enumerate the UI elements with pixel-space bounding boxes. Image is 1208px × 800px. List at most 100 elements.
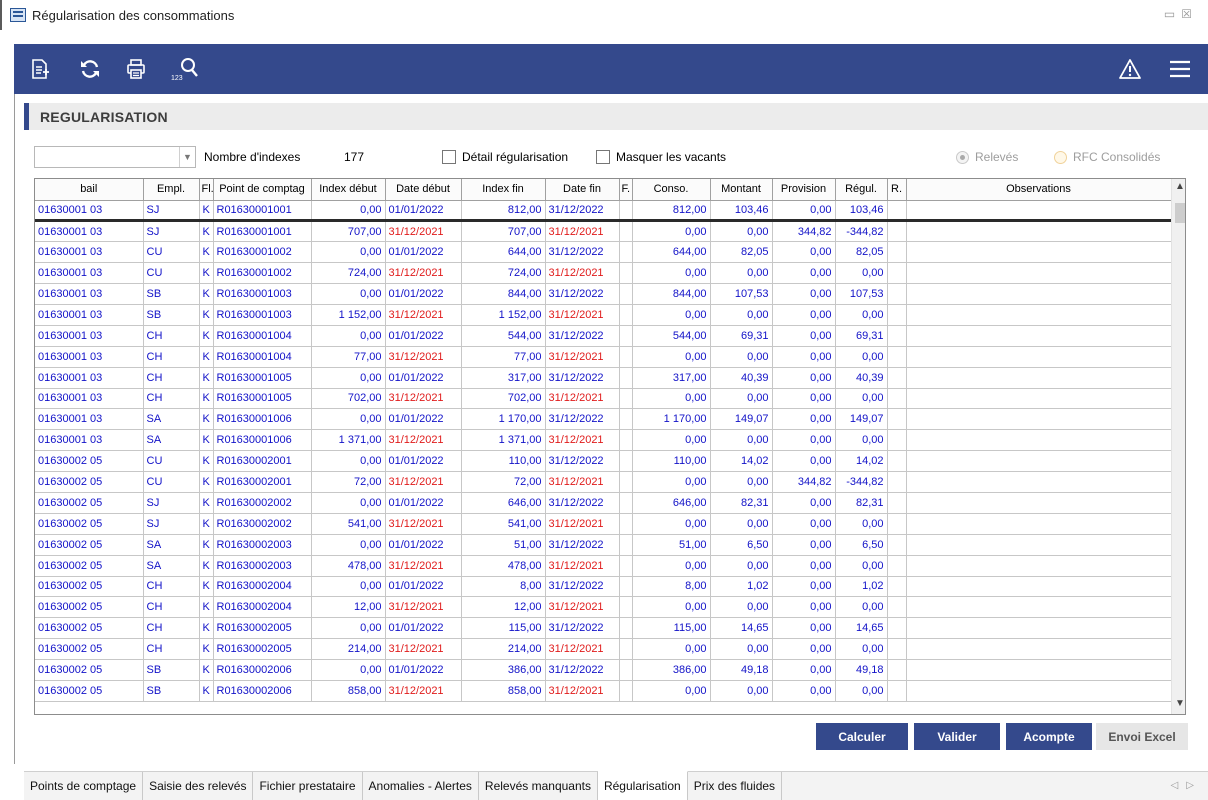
cell-index-debut[interactable]: 77,00	[311, 346, 386, 368]
cell-date-fin[interactable]: 31/12/2022	[545, 325, 620, 347]
tab-releves-manquants[interactable]: Relevés manquants	[479, 772, 598, 800]
table-row[interactable]: 01630002 05 CH K R01630002005 214,00 31/12/20…	[35, 638, 1172, 661]
cell-date-debut[interactable]: 31/12/2021	[385, 262, 462, 285]
cell-date-debut[interactable]: 01/01/2022	[385, 534, 462, 556]
cell-r[interactable]	[887, 513, 907, 535]
cell-index-fin[interactable]: 724,00	[461, 262, 546, 285]
rfc-radio[interactable]	[1054, 151, 1067, 164]
cell-f[interactable]	[619, 617, 633, 640]
cell-index-debut[interactable]: 0,00	[311, 492, 386, 514]
cell-regul[interactable]: 0,00	[835, 304, 888, 326]
cell-bail[interactable]: 01630002 05	[35, 680, 144, 702]
cell-observations[interactable]	[906, 408, 1172, 431]
cell-index-debut[interactable]: 1 152,00	[311, 304, 386, 326]
cell-regul[interactable]: -344,82	[835, 220, 888, 243]
cell-index-fin[interactable]: 812,00	[461, 200, 546, 223]
cell-conso[interactable]: 0,00	[632, 304, 711, 326]
column-header[interactable]: Conso.	[632, 179, 711, 201]
cell-r[interactable]	[887, 304, 907, 326]
table-row[interactable]: 01630002 05 SA K R01630002003 0,00 01/01/2022…	[35, 534, 1172, 556]
cell-bail[interactable]: 01630001 03	[35, 304, 144, 326]
cell-provision[interactable]: 0,00	[772, 241, 836, 264]
cell-conso[interactable]: 110,00	[632, 450, 711, 473]
cell-index-debut[interactable]: 0,00	[311, 450, 386, 473]
column-header[interactable]: Régul.	[835, 179, 888, 201]
cell-point[interactable]: R01630001004	[213, 346, 312, 368]
cell-index-fin[interactable]: 317,00	[461, 367, 546, 389]
cell-r[interactable]	[887, 638, 907, 661]
cell-index-debut[interactable]: 0,00	[311, 367, 386, 389]
cell-observations[interactable]	[906, 555, 1172, 577]
cell-conso[interactable]: 646,00	[632, 492, 711, 514]
cell-date-debut[interactable]: 01/01/2022	[385, 200, 462, 223]
cell-conso[interactable]: 1 170,00	[632, 408, 711, 431]
cell-index-debut[interactable]: 12,00	[311, 596, 386, 619]
cell-date-debut[interactable]: 31/12/2021	[385, 388, 462, 410]
cell-observations[interactable]	[906, 534, 1172, 556]
cell-point[interactable]: R01630001005	[213, 367, 312, 389]
cell-fl[interactable]: K	[199, 262, 214, 285]
cell-f[interactable]	[619, 304, 633, 326]
valider-button[interactable]: Valider	[914, 723, 1000, 750]
cell-date-debut[interactable]: 31/12/2021	[385, 471, 462, 493]
cell-index-debut[interactable]: 478,00	[311, 555, 386, 577]
cell-observations[interactable]	[906, 471, 1172, 493]
cell-point[interactable]: R01630001006	[213, 429, 312, 452]
cell-date-debut[interactable]: 31/12/2021	[385, 638, 462, 661]
cell-index-fin[interactable]: 72,00	[461, 471, 546, 493]
cell-r[interactable]	[887, 471, 907, 493]
cell-montant[interactable]: 107,53	[710, 283, 773, 305]
cell-r[interactable]	[887, 450, 907, 473]
cell-f[interactable]	[619, 638, 633, 661]
cell-bail[interactable]: 01630001 03	[35, 241, 144, 264]
cell-index-fin[interactable]: 51,00	[461, 534, 546, 556]
cell-f[interactable]	[619, 325, 633, 347]
cell-index-debut[interactable]: 0,00	[311, 659, 386, 681]
cell-f[interactable]	[619, 450, 633, 473]
chevron-down-icon[interactable]: ▼	[179, 147, 195, 167]
cell-f[interactable]	[619, 596, 633, 619]
cell-empl[interactable]: SB	[143, 304, 200, 326]
print-icon[interactable]	[122, 56, 150, 82]
cell-conso[interactable]: 0,00	[632, 513, 711, 535]
cell-f[interactable]	[619, 555, 633, 577]
table-row[interactable]: 01630002 05 CH K R01630002004 12,00 31/12/202…	[35, 596, 1172, 619]
cell-montant[interactable]: 0,00	[710, 596, 773, 619]
cell-index-fin[interactable]: 115,00	[461, 617, 546, 640]
table-row[interactable]: 01630002 05 SJ K R01630002002 541,00 31/12/20…	[35, 513, 1172, 535]
cell-regul[interactable]: 0,00	[835, 680, 888, 702]
cell-date-debut[interactable]: 31/12/2021	[385, 304, 462, 326]
cell-conso[interactable]: 844,00	[632, 283, 711, 305]
cell-date-fin[interactable]: 31/12/2021	[545, 346, 620, 368]
table-row[interactable]: 01630002 05 CH K R01630002004 0,00 01/01/2022…	[35, 576, 1172, 598]
cell-conso[interactable]: 0,00	[632, 471, 711, 493]
cell-provision[interactable]: 0,00	[772, 513, 836, 535]
table-row[interactable]: 01630002 05 CU K R01630002001 0,00 01/01/2022…	[35, 450, 1172, 473]
cell-r[interactable]	[887, 241, 907, 264]
table-row[interactable]: 01630002 05 SA K R01630002003 478,00 31/12/20…	[35, 555, 1172, 577]
cell-index-debut[interactable]: 0,00	[311, 200, 386, 223]
cell-index-debut[interactable]: 541,00	[311, 513, 386, 535]
cell-regul[interactable]: 40,39	[835, 367, 888, 389]
cell-index-debut[interactable]: 858,00	[311, 680, 386, 702]
search-index-icon[interactable]: 123	[168, 56, 202, 82]
cell-provision[interactable]: 0,00	[772, 555, 836, 577]
cell-index-fin[interactable]: 478,00	[461, 555, 546, 577]
cell-conso[interactable]: 115,00	[632, 617, 711, 640]
cell-empl[interactable]: SB	[143, 283, 200, 305]
cell-point[interactable]: R01630002001	[213, 450, 312, 473]
cell-fl[interactable]: K	[199, 659, 214, 681]
cell-date-fin[interactable]: 31/12/2021	[545, 638, 620, 661]
cell-index-debut[interactable]: 214,00	[311, 638, 386, 661]
cell-fl[interactable]: K	[199, 617, 214, 640]
cell-empl[interactable]: CH	[143, 638, 200, 661]
cell-conso[interactable]: 0,00	[632, 680, 711, 702]
cell-r[interactable]	[887, 200, 907, 223]
cell-date-debut[interactable]: 31/12/2021	[385, 680, 462, 702]
cell-observations[interactable]	[906, 325, 1172, 347]
cell-fl[interactable]: K	[199, 325, 214, 347]
cell-observations[interactable]	[906, 596, 1172, 619]
cell-fl[interactable]: K	[199, 576, 214, 598]
cell-conso[interactable]: 0,00	[632, 346, 711, 368]
cell-conso[interactable]: 0,00	[632, 388, 711, 410]
